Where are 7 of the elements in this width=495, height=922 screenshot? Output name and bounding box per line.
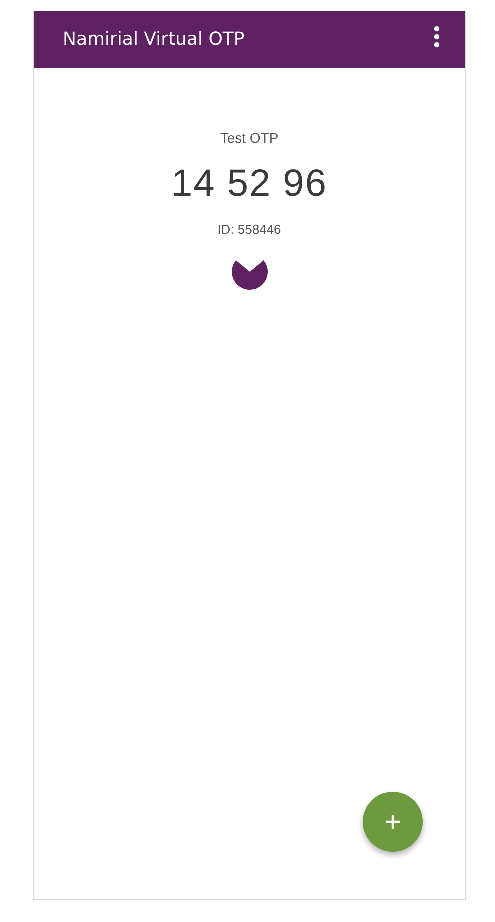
otp-code: 14 52 96 (172, 163, 328, 206)
token-name: Test OTP (220, 130, 279, 146)
more-options-icon[interactable] (432, 24, 442, 48)
app-title: Namirial Virtual OTP (63, 29, 245, 50)
plus-icon (385, 814, 401, 830)
token-id: ID: 558446 (218, 222, 282, 237)
add-button[interactable] (363, 792, 423, 852)
